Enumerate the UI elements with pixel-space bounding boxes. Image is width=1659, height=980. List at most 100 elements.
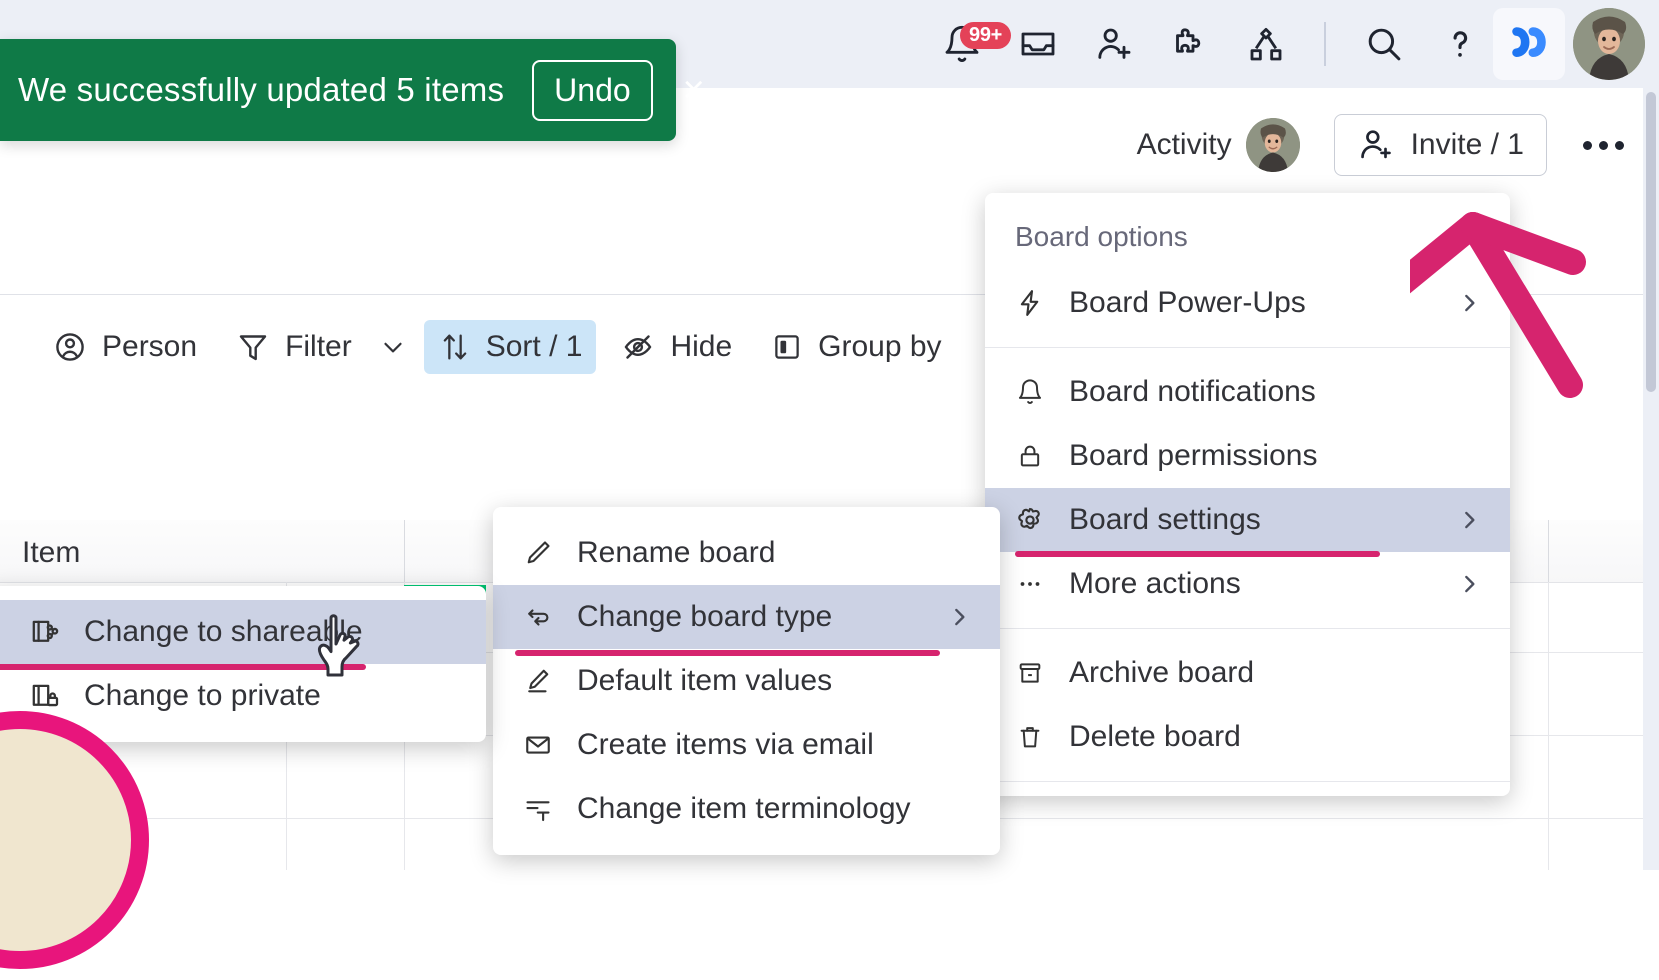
help-icon[interactable] [1436, 20, 1484, 68]
ellipsis-icon [1013, 569, 1047, 599]
menu-item-label: Delete board [1069, 720, 1241, 753]
undo-button[interactable]: Undo [532, 59, 653, 121]
toolbar-item-group-by[interactable]: Group by [756, 320, 955, 374]
board-header-actions: Activity Invite / 1 [1123, 110, 1639, 180]
swap-arrows-icon [521, 602, 555, 632]
menu-item-label: Change to shareable [84, 615, 363, 648]
board-lock-icon [28, 680, 62, 712]
bell-icon[interactable]: 99+ [938, 20, 1012, 68]
group-by-icon [770, 330, 804, 364]
bell-icon [1013, 378, 1047, 406]
pencil-icon [521, 538, 555, 568]
menu-item-label: Board permissions [1069, 439, 1318, 472]
menu-item-change-to-shareable[interactable]: Change to shareable [0, 600, 486, 670]
app-root: 99+ Activity Invite / 1 Person Filter So… [0, 0, 1659, 969]
sort-icon [438, 330, 472, 364]
menu-item-label: Archive board [1069, 656, 1255, 689]
menu-item-label: Board settings [1069, 503, 1261, 536]
activity-user-avatar[interactable] [1245, 118, 1300, 172]
filter-icon [235, 329, 271, 365]
monday-logo-icon[interactable] [1493, 8, 1565, 80]
power-up-bolt-icon [1013, 288, 1047, 318]
topbar-icon-group: 99+ [938, 0, 1484, 88]
activity-label: Activity [1136, 128, 1232, 161]
menu-item-change-to-private[interactable]: Change to private [0, 664, 486, 728]
inbox-icon[interactable] [1014, 20, 1062, 68]
toolbar-divider [1324, 22, 1326, 66]
toast-message: We successfully updated 5 items [18, 71, 505, 108]
change-board-type-submenu: Change to shareable Change to private [0, 586, 486, 742]
toolbar-item-label: Person [102, 330, 198, 363]
chevron-down-icon[interactable] [372, 322, 414, 372]
close-icon[interactable]: × [683, 68, 705, 112]
toolbar-item-person[interactable]: Person [38, 319, 211, 375]
toolbar-item-label: Hide [670, 330, 733, 363]
apps-puzzle-icon[interactable] [1166, 20, 1214, 68]
menu-separator [985, 781, 1510, 782]
toolbar-item-label: Sort / 1 [485, 330, 583, 363]
invite-members-icon [1357, 126, 1395, 164]
menu-item-label: Rename board [577, 536, 776, 569]
invite-button[interactable]: Invite / 1 [1333, 114, 1547, 176]
toolbar-item-sort[interactable]: Sort / 1 [423, 320, 597, 374]
success-toast: We successfully updated 5 items Undo × [0, 39, 705, 141]
edit-square-icon [521, 666, 555, 696]
menu-title: Board options [1015, 221, 1188, 252]
menu-item-change-board-type[interactable]: Change board type [493, 585, 1000, 656]
scrollbar-thumb[interactable] [1646, 92, 1656, 392]
menu-separator [985, 347, 1510, 348]
menu-item-rename-board[interactable]: Rename board [493, 521, 1000, 585]
toolbar-item-label: Group by [818, 330, 942, 363]
menu-item-archive-board[interactable]: Archive board [985, 641, 1510, 705]
menu-item-create-items-via-email[interactable]: Create items via email [493, 713, 1000, 777]
menu-item-label: Change to private [84, 679, 321, 712]
board-share-icon [28, 616, 62, 648]
hand-cursor [317, 614, 360, 677]
menu-item-label: Create items via email [577, 728, 874, 761]
menu-item-label: Default item values [577, 664, 833, 697]
board-toolbar: Person Filter Sort / 1 Hide Group by [0, 312, 1138, 382]
menu-item-board-settings[interactable]: Board settings [985, 488, 1510, 557]
chevron-right-icon [1416, 290, 1482, 316]
menu-item-delete-board[interactable]: Delete board [985, 705, 1510, 769]
toolbar-item-label: Filter [285, 330, 352, 363]
menu-item-change-item-terminology[interactable]: Change item terminology [493, 777, 1000, 841]
notifications-badge: 99+ [960, 22, 1012, 49]
menu-item-default-item-values[interactable]: Default item values [493, 649, 1000, 713]
menu-item-label: Change item terminology [577, 792, 911, 825]
column-header-item: Item [22, 536, 81, 569]
menu-item-board-notifications[interactable]: Board notifications [985, 360, 1510, 424]
chevron-right-icon [1416, 571, 1482, 597]
envelope-icon [521, 730, 555, 760]
topbar-right-group [1493, 0, 1659, 88]
menu-item-board-permissions[interactable]: Board permissions [985, 424, 1510, 488]
board-settings-submenu: Rename board Change board type Default i… [493, 507, 1000, 855]
workflows-icon[interactable] [1242, 20, 1290, 68]
toolbar-item-filter[interactable]: Filter [221, 319, 366, 375]
chevron-right-icon [906, 604, 972, 630]
menu-item-board-power-ups[interactable]: Board Power-Ups [985, 271, 1510, 335]
menu-item-more-actions[interactable]: More actions [985, 552, 1510, 616]
chevron-right-icon [1416, 507, 1482, 533]
vertical-scrollbar[interactable] [1643, 88, 1659, 870]
invite-members-icon[interactable] [1090, 20, 1138, 68]
search-icon[interactable] [1360, 20, 1408, 68]
archive-icon [1013, 659, 1047, 687]
menu-item-label: Board notifications [1069, 375, 1316, 408]
text-format-icon [521, 794, 555, 824]
toolbar-item-hide[interactable]: Hide [606, 319, 746, 375]
activity-button[interactable]: Activity [1123, 110, 1314, 180]
menu-item-label: Board Power-Ups [1069, 286, 1306, 319]
menu-item-label: More actions [1069, 567, 1241, 600]
gear-icon [1013, 505, 1047, 535]
hide-eye-icon [620, 329, 656, 365]
menu-item-label: Change board type [577, 600, 833, 633]
avatar[interactable] [1573, 8, 1645, 80]
board-options-menu: Board options Board Power-Ups Board noti… [985, 193, 1510, 796]
person-icon [52, 329, 88, 365]
menu-separator [985, 628, 1510, 629]
lock-icon [1013, 442, 1047, 470]
trash-icon [1013, 723, 1047, 751]
invite-label: Invite / 1 [1410, 128, 1524, 161]
board-menu-kebab-icon[interactable] [1575, 123, 1631, 167]
